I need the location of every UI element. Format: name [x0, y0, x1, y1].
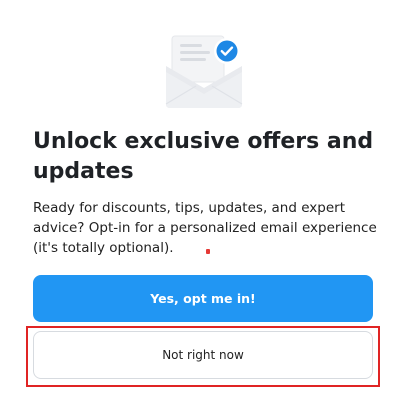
- envelope-check-icon: [165, 35, 243, 108]
- dialog-title: Unlock exclusive offers and updates: [33, 129, 374, 184]
- mouse-cursor-marker: [206, 249, 210, 254]
- opt-in-button[interactable]: Yes, opt me in!: [33, 275, 373, 322]
- opt-in-dialog: Unlock exclusive offers and updates Read…: [0, 0, 408, 413]
- not-right-now-button[interactable]: Not right now: [33, 331, 373, 379]
